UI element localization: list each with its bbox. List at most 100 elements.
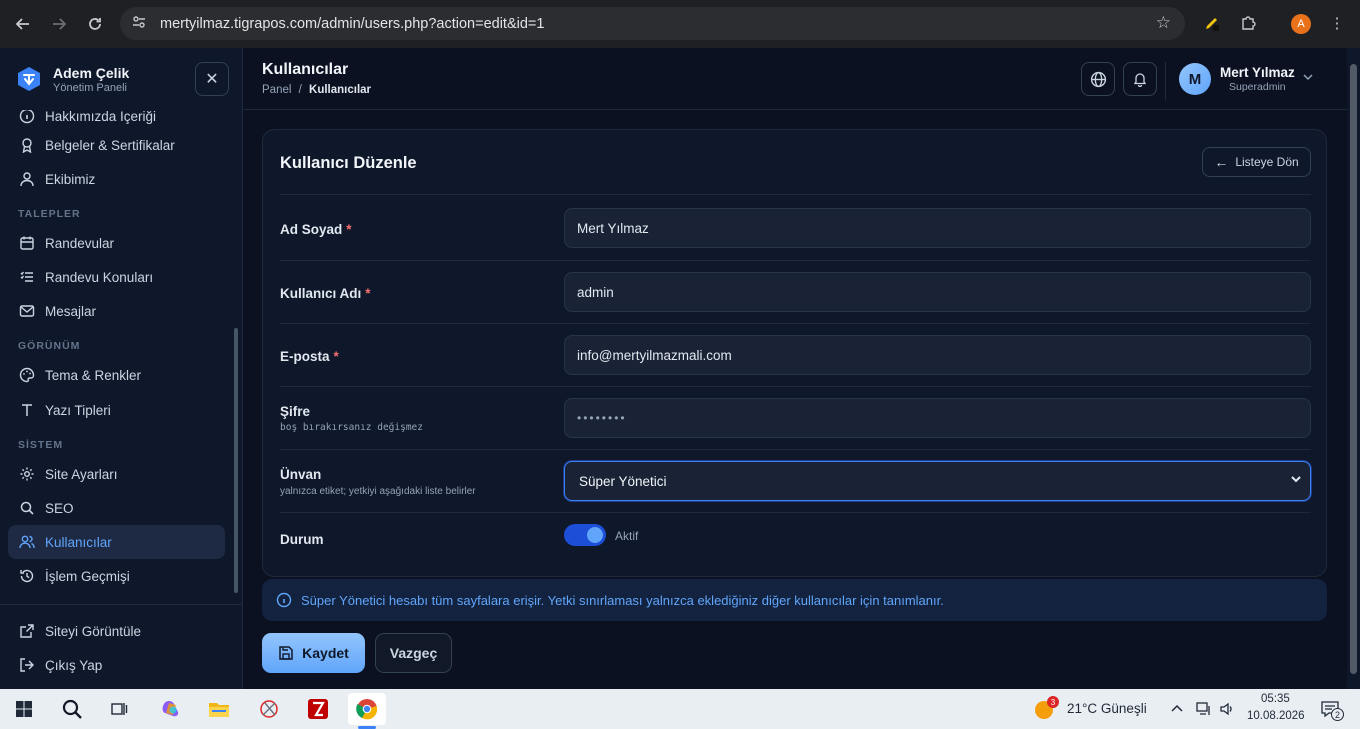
sidebar-item-yazi-tipleri[interactable]: Yazı Tipleri xyxy=(8,393,225,427)
section-gorunum: GÖRÜNÜM xyxy=(18,340,81,352)
avatar[interactable]: M xyxy=(1179,63,1211,95)
name-field[interactable]: Mert Yılmaz xyxy=(564,208,1311,248)
title-select-value: Süper Yönetici xyxy=(579,473,667,489)
close-icon: ✕ xyxy=(205,71,219,88)
sidebar-item-label: SEO xyxy=(45,500,74,516)
browser-toolbar: mertyilmaz.tigrapos.com/admin/users.php?… xyxy=(0,0,1360,48)
profile-avatar[interactable]: A xyxy=(1291,14,1311,34)
sidebar-item-randevu-konulari[interactable]: Randevu Konuları xyxy=(8,260,225,294)
sidebar-item-ekibimiz[interactable]: Ekibimiz xyxy=(8,162,225,196)
mail-icon xyxy=(18,302,36,320)
page-scrollbar[interactable] xyxy=(1347,48,1360,689)
notifications-button[interactable] xyxy=(1123,62,1157,96)
calendar-icon xyxy=(18,234,36,252)
sidebar-item-label: Mesajlar xyxy=(45,303,97,319)
divider xyxy=(280,512,1311,513)
status-toggle[interactable] xyxy=(564,524,606,546)
brand-subtitle: Yönetim Paneli xyxy=(53,81,127,94)
email-field[interactable]: info@mertyilmazmali.com xyxy=(564,335,1311,375)
sidebar-item-kullanicilar[interactable]: Kullanıcılar xyxy=(8,525,225,559)
reload-icon[interactable] xyxy=(78,7,112,41)
globe-icon xyxy=(1090,71,1106,87)
weather-text[interactable]: 21°C Güneşli xyxy=(1067,701,1147,716)
close-sidebar-button[interactable]: ✕ xyxy=(195,62,229,96)
chrome-icon[interactable] xyxy=(348,693,386,725)
username-field[interactable]: admin xyxy=(564,272,1311,312)
sidebar-item-label: Tema & Renkler xyxy=(45,367,142,383)
topbar-divider xyxy=(1165,62,1166,100)
extensions-puzzle-icon[interactable] xyxy=(1237,12,1259,34)
chevron-up-icon[interactable] xyxy=(1165,693,1189,725)
search-icon[interactable] xyxy=(53,693,91,725)
name-label: Ad Soyad * xyxy=(280,222,352,237)
snipping-tool-icon[interactable] xyxy=(250,693,288,725)
filezilla-icon[interactable] xyxy=(299,693,337,725)
url-text[interactable]: mertyilmaz.tigrapos.com/admin/users.php?… xyxy=(160,16,544,32)
weather-sun-icon[interactable]: 3 xyxy=(1028,693,1062,725)
save-button[interactable]: Kaydet xyxy=(262,633,365,673)
sidebar-item-tema[interactable]: Tema & Renkler xyxy=(8,358,225,392)
view-site-link[interactable]: Siteyi Görüntüle xyxy=(8,614,225,648)
back-to-list-button[interactable]: ← Listeye Dön xyxy=(1202,147,1311,177)
sidebar-item-islem-gecmisi[interactable]: İşlem Geçmişi xyxy=(8,559,225,593)
sidebar-item-label: Belgeler & Sertifikalar xyxy=(45,137,175,153)
email-label-text: E-posta xyxy=(280,349,330,364)
external-link-icon xyxy=(18,622,36,640)
extension-pen-icon[interactable] xyxy=(1201,12,1223,34)
sidebar-item-seo[interactable]: SEO xyxy=(8,491,225,525)
sidebar-item-label: Randevular xyxy=(45,235,115,251)
breadcrumb-current: Kullanıcılar xyxy=(309,84,372,96)
bell-icon xyxy=(1133,73,1147,87)
back-arrow-icon[interactable] xyxy=(6,7,40,41)
sidebar-item-randevular[interactable]: Randevular xyxy=(8,226,225,260)
bookmark-star-icon[interactable]: ☆ xyxy=(1156,13,1171,33)
user-name[interactable]: Mert Yılmaz xyxy=(1220,65,1295,80)
required-mark: * xyxy=(365,286,371,301)
sidebar-scrollbar[interactable] xyxy=(234,328,238,593)
history-icon xyxy=(18,567,36,585)
password-hint: boş bırakırsanız değişmez xyxy=(280,422,423,433)
sidebar: Adem Çelik Yönetim Paneli ✕ Hakkımızda İ… xyxy=(0,48,243,689)
volume-icon[interactable] xyxy=(1216,693,1238,725)
scrollbar-thumb[interactable] xyxy=(1350,64,1357,674)
windows-taskbar: 3 21°C Güneşli 05:35 10.08.2026 2 xyxy=(0,689,1360,729)
topbar: Kullanıcılar Panel / Kullanıcılar M Mert… xyxy=(244,48,1347,110)
sidebar-item-site-ayarlari[interactable]: Site Ayarları xyxy=(8,457,225,491)
sidebar-item-label: İşlem Geçmişi xyxy=(45,568,130,584)
task-view-icon[interactable] xyxy=(100,693,138,725)
toggle-knob xyxy=(587,527,603,543)
page-title: Kullanıcılar xyxy=(262,61,349,78)
windows-start-icon[interactable] xyxy=(5,693,43,725)
logout-link[interactable]: Çıkış Yap xyxy=(8,648,225,682)
title-select[interactable]: Süper Yönetici xyxy=(564,461,1311,501)
browser-menu-icon[interactable]: ⋮ xyxy=(1326,12,1348,34)
sidebar-item-label: Hakkımızda İçeriği xyxy=(45,110,157,124)
sidebar-item-label: Yazı Tipleri xyxy=(45,402,111,418)
divider xyxy=(280,386,1311,387)
site-settings-icon[interactable] xyxy=(132,15,154,32)
info-icon xyxy=(276,592,292,608)
save-label: Kaydet xyxy=(302,645,349,661)
clock-time[interactable]: 05:35 xyxy=(1261,693,1290,705)
cancel-button[interactable]: Vazgeç xyxy=(375,633,452,673)
sidebar-footer: Siteyi Görüntüle Çıkış Yap xyxy=(0,604,243,689)
name-label-text: Ad Soyad xyxy=(280,222,343,237)
language-button[interactable] xyxy=(1081,62,1115,96)
address-bar[interactable]: mertyilmaz.tigrapos.com/admin/users.php?… xyxy=(120,7,1185,40)
sidebar-item-belgeler[interactable]: Belgeler & Sertifikalar xyxy=(8,128,225,162)
user-role: Superadmin xyxy=(1229,81,1286,93)
title-label: Ünvan xyxy=(280,467,322,482)
breadcrumb-root[interactable]: Panel xyxy=(262,84,291,96)
username-label-text: Kullanıcı Adı xyxy=(280,286,362,301)
notification-center-icon[interactable]: 2 xyxy=(1315,693,1345,725)
copilot-icon[interactable] xyxy=(152,693,190,725)
password-field[interactable]: •••••••• xyxy=(564,398,1311,438)
network-icon[interactable] xyxy=(1193,693,1215,725)
chevron-down-icon[interactable] xyxy=(1302,70,1314,88)
sidebar-item-mesajlar[interactable]: Mesajlar xyxy=(8,294,225,328)
forward-arrow-icon[interactable] xyxy=(42,7,76,41)
user-icon xyxy=(18,170,36,188)
section-sistem: SİSTEM xyxy=(18,439,64,451)
file-explorer-icon[interactable] xyxy=(200,693,238,725)
clock-date[interactable]: 10.08.2026 xyxy=(1247,710,1305,722)
